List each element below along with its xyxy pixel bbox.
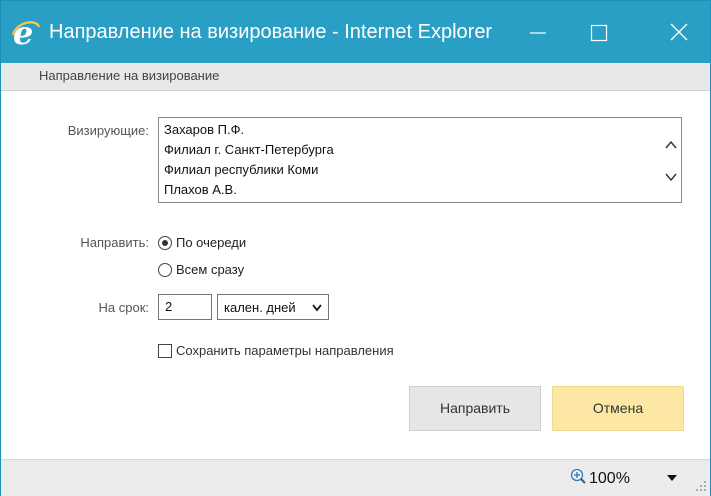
- scroll-up-button[interactable]: [664, 138, 678, 150]
- zoom-level[interactable]: 100%: [589, 470, 630, 488]
- scroll-up-icon: [665, 140, 677, 149]
- radio-button[interactable]: [158, 263, 172, 277]
- send-button[interactable]: Направить: [409, 386, 541, 431]
- scroll-down-button[interactable]: [664, 170, 678, 182]
- term-unit-value: кален. дней: [224, 300, 296, 315]
- maximize-icon: [590, 24, 608, 42]
- minimize-icon: [530, 32, 546, 34]
- term-label: На срок:: [98, 300, 150, 315]
- list-item[interactable]: Захаров П.Ф.: [164, 122, 244, 137]
- ie-logo-icon: e: [11, 14, 41, 52]
- term-unit-select[interactable]: кален. дней: [217, 294, 329, 320]
- save-params-label: Сохранить параметры направления: [176, 343, 394, 358]
- list-item[interactable]: Плахов А.В.: [164, 182, 237, 197]
- maximize-button[interactable]: [570, 1, 628, 63]
- dropdown-arrow-icon[interactable]: [666, 474, 678, 482]
- svg-text:e: e: [13, 15, 33, 49]
- radio-button[interactable]: [158, 236, 172, 250]
- chevron-down-icon: [312, 304, 322, 312]
- title-bar: e Направление на визирование - Internet …: [1, 1, 710, 63]
- close-button[interactable]: [649, 1, 707, 63]
- zoom-icon[interactable]: [570, 468, 588, 486]
- cancel-button[interactable]: Отмена: [552, 386, 684, 431]
- ie-window: e Направление на визирование - Internet …: [0, 0, 711, 496]
- radio-label: Всем сразу: [176, 262, 245, 277]
- window-title: Направление на визирование - Internet Ex…: [49, 21, 493, 43]
- list-item[interactable]: Филиал республики Коми: [164, 162, 318, 177]
- approvers-listbox[interactable]: Захаров П.Ф. Филиал г. Санкт-Петербурга …: [158, 117, 682, 203]
- list-item[interactable]: Филиал г. Санкт-Петербурга: [164, 142, 334, 157]
- status-bar: 100%: [1, 459, 710, 496]
- radio-label: По очереди: [176, 235, 247, 250]
- dialog-header: Направление на визирование: [1, 63, 710, 91]
- minimize-button[interactable]: [508, 1, 566, 63]
- send-mode-label: Направить:: [80, 235, 149, 250]
- save-params-checkbox[interactable]: [158, 344, 172, 358]
- close-icon: [670, 23, 688, 41]
- dialog-header-title: Направление на визирование: [39, 68, 220, 83]
- approvers-label: Визирующие:: [67, 123, 149, 138]
- scroll-down-icon: [665, 173, 677, 182]
- term-input[interactable]: 2: [158, 294, 212, 320]
- resize-grip-icon[interactable]: [695, 480, 707, 492]
